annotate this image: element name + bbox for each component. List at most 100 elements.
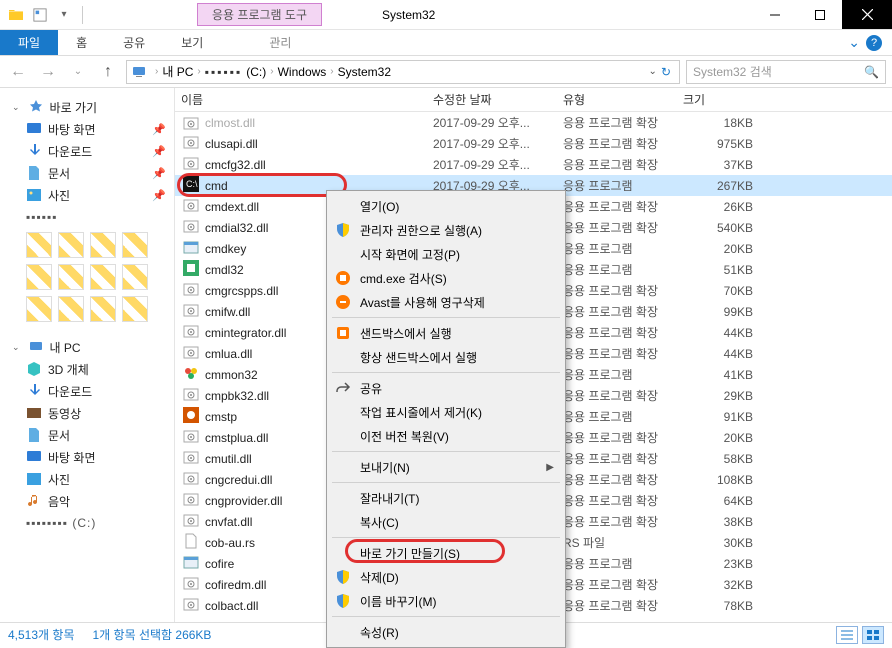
- nav-desktop[interactable]: 바탕 화면📌: [0, 118, 174, 140]
- nav-up-button[interactable]: ↑: [96, 60, 120, 84]
- music-icon: [26, 493, 42, 509]
- refresh-icon[interactable]: ↻: [661, 65, 671, 79]
- breadcrumb[interactable]: › 내 PC › ▪▪▪▪▪▪ (C:) › Windows › System3…: [126, 60, 680, 84]
- context-menu-item[interactable]: 샌드박스에서 실행: [330, 321, 562, 345]
- context-menu-item[interactable]: 작업 표시줄에서 제거(K): [330, 400, 562, 424]
- col-name-header[interactable]: 이름: [175, 91, 433, 108]
- ribbon-tab-file[interactable]: 파일: [0, 30, 58, 55]
- file-size: 32KB: [683, 578, 763, 592]
- thumb[interactable]: [26, 296, 52, 322]
- bc-pc[interactable]: 내 PC: [162, 63, 193, 80]
- help-icon[interactable]: ?: [866, 35, 882, 51]
- desktop-icon: [26, 449, 42, 465]
- context-menu-item-label: 속성(R): [360, 624, 554, 641]
- bc-windows[interactable]: Windows: [278, 65, 327, 79]
- thumb[interactable]: [58, 232, 84, 258]
- nav-quick-access[interactable]: ⌄ 바로 가기: [0, 96, 174, 118]
- col-size-header[interactable]: 크기: [683, 91, 763, 108]
- maximize-button[interactable]: [797, 0, 842, 29]
- nav-3d-objects[interactable]: 3D 개체: [0, 358, 174, 380]
- ribbon-expand-icon[interactable]: ⌄: [848, 34, 860, 51]
- properties-qat-icon[interactable]: [30, 4, 50, 26]
- context-menu-separator: [332, 317, 560, 318]
- thumb[interactable]: [90, 264, 116, 290]
- context-menu-item[interactable]: 속성(R): [330, 620, 562, 644]
- nav-documents-2[interactable]: 문서: [0, 424, 174, 446]
- thumb[interactable]: [122, 296, 148, 322]
- file-name: cmcfg32.dll: [205, 158, 266, 172]
- nav-pictures[interactable]: 사진📌: [0, 184, 174, 206]
- star-icon: [28, 99, 44, 115]
- context-menu-item[interactable]: 삭제(D): [330, 565, 562, 589]
- nav-desktop-2[interactable]: 바탕 화면: [0, 446, 174, 468]
- file-size: 975KB: [683, 137, 763, 151]
- nav-downloads-2[interactable]: 다운로드: [0, 380, 174, 402]
- file-icon: [183, 281, 199, 300]
- file-date: 2017-09-29 오후...: [433, 135, 563, 152]
- file-name: cofire: [205, 557, 234, 571]
- nav-back-button[interactable]: ←: [6, 60, 30, 84]
- file-name: cmdkey: [205, 242, 246, 256]
- nav-pictures-2[interactable]: 사진: [0, 468, 174, 490]
- thumb[interactable]: [26, 232, 52, 258]
- qat-dropdown-icon[interactable]: ▾: [54, 4, 74, 26]
- ribbon-tab-view[interactable]: 보기: [163, 30, 221, 55]
- view-details-button[interactable]: [836, 626, 858, 644]
- minimize-button[interactable]: [752, 0, 797, 29]
- context-menu-item[interactable]: 항상 샌드박스에서 실행: [330, 345, 562, 369]
- nav-obscured-1[interactable]: ▪▪▪▪▪▪: [0, 206, 174, 228]
- context-menu-item[interactable]: 이전 버전 복원(V): [330, 424, 562, 448]
- thumb[interactable]: [26, 264, 52, 290]
- context-menu-item[interactable]: 바로 가기 만들기(S): [330, 541, 562, 565]
- bc-drive[interactable]: (C:): [246, 65, 266, 79]
- thumb[interactable]: [90, 296, 116, 322]
- breadcrumb-dropdown-icon[interactable]: ⌄: [649, 66, 657, 77]
- thumb[interactable]: [58, 264, 84, 290]
- context-menu-item[interactable]: cmd.exe 검사(S): [330, 266, 562, 290]
- context-menu-item[interactable]: 관리자 권한으로 실행(A): [330, 218, 562, 242]
- search-icon[interactable]: 🔍: [864, 65, 879, 79]
- context-menu-item[interactable]: 이름 바꾸기(M): [330, 589, 562, 613]
- context-menu-item[interactable]: Avast를 사용해 영구삭제: [330, 290, 562, 314]
- nav-this-pc[interactable]: ⌄내 PC: [0, 336, 174, 358]
- pin-icon: 📌: [152, 145, 166, 158]
- context-menu-item[interactable]: 공유: [330, 376, 562, 400]
- thumb[interactable]: [90, 232, 116, 258]
- nav-downloads[interactable]: 다운로드📌: [0, 140, 174, 162]
- col-date-header[interactable]: 수정한 날짜: [433, 91, 563, 108]
- file-row-truncated[interactable]: clmost.dll2017-09-29 오후...응용 프로그램 확장18KB: [175, 112, 892, 133]
- context-menu-item-icon: [334, 348, 352, 366]
- file-row[interactable]: cmcfg32.dll2017-09-29 오후...응용 프로그램 확장37K…: [175, 154, 892, 175]
- thumb[interactable]: [122, 232, 148, 258]
- context-menu-item[interactable]: 열기(O): [330, 194, 562, 218]
- ribbon-tab-share[interactable]: 공유: [105, 30, 163, 55]
- search-input[interactable]: System32 검색 🔍: [686, 60, 886, 84]
- nav-history-button[interactable]: ⌄: [66, 60, 90, 84]
- context-menu-item[interactable]: 잘라내기(T): [330, 486, 562, 510]
- nav-forward-button[interactable]: →: [36, 60, 60, 84]
- context-menu-item[interactable]: 복사(C): [330, 510, 562, 534]
- context-menu-item[interactable]: 시작 화면에 고정(P): [330, 242, 562, 266]
- ribbon-tabs: 파일 홈 공유 보기 관리 ⌄ ?: [0, 30, 892, 56]
- ribbon-tab-home[interactable]: 홈: [58, 30, 105, 55]
- thumb[interactable]: [58, 296, 84, 322]
- nav-videos[interactable]: 동영상: [0, 402, 174, 424]
- bc-system32[interactable]: System32: [338, 65, 391, 79]
- file-row[interactable]: clusapi.dll2017-09-29 오후...응용 프로그램 확장975…: [175, 133, 892, 154]
- col-type-header[interactable]: 유형: [563, 91, 683, 108]
- nav-obscured-drive[interactable]: ▪▪▪▪▪▪▪▪ (C:): [0, 512, 174, 534]
- context-menu-item[interactable]: 보내기(N)▶: [330, 455, 562, 479]
- navigation-pane: ⌄ 바로 가기 바탕 화면📌 다운로드📌 문서📌 사진📌 ▪▪▪▪▪▪ ⌄내 P…: [0, 88, 175, 622]
- nav-documents[interactable]: 문서📌: [0, 162, 174, 184]
- column-headers: 이름 수정한 날짜 유형 크기: [175, 88, 892, 112]
- view-icons-button[interactable]: [862, 626, 884, 644]
- nav-music[interactable]: 음악: [0, 490, 174, 512]
- close-button[interactable]: [842, 0, 892, 29]
- ribbon-tab-manage[interactable]: 관리: [251, 30, 309, 55]
- bc-drive-obscured[interactable]: ▪▪▪▪▪▪: [205, 65, 243, 79]
- context-menu-item-icon: [334, 293, 352, 311]
- context-menu-item-label: 관리자 권한으로 실행(A): [360, 222, 554, 239]
- thumb[interactable]: [122, 264, 148, 290]
- context-menu-item-icon: [334, 379, 352, 397]
- file-name: cmd: [205, 179, 228, 193]
